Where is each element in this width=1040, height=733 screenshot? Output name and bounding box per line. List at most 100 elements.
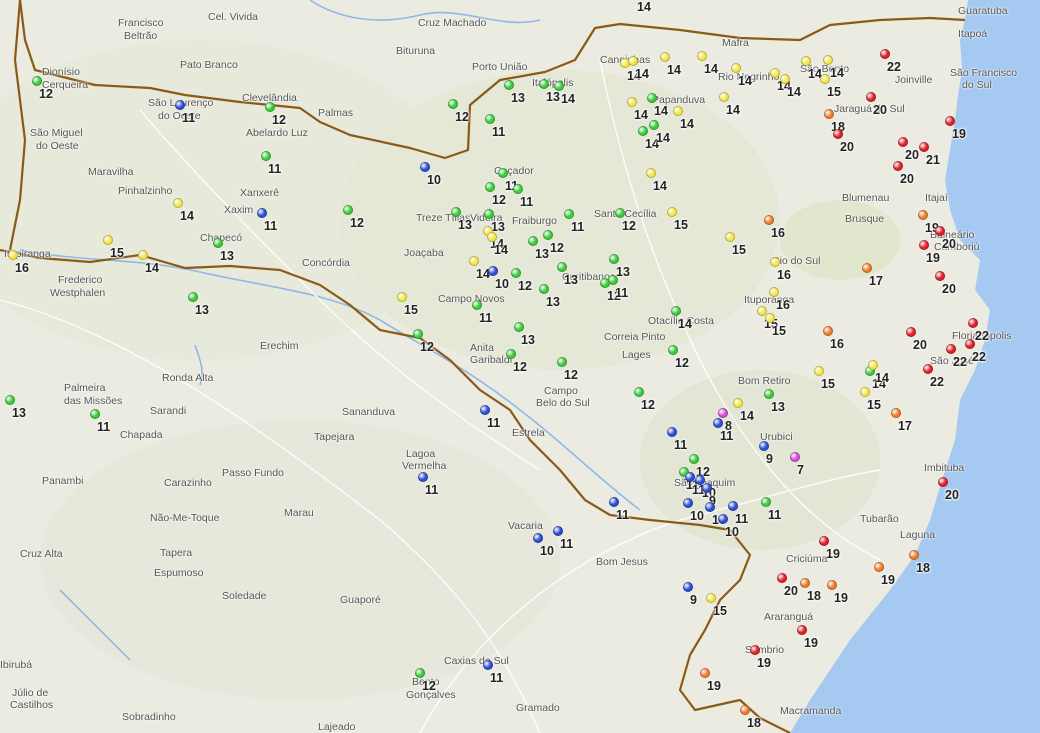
station-dot-icon[interactable] [880,49,890,59]
station-dot-icon[interactable] [261,151,271,161]
station-dot-icon[interactable] [702,483,712,493]
station-dot-icon[interactable] [683,498,693,508]
station-dot-icon[interactable] [705,502,715,512]
station-dot-icon[interactable] [731,63,741,73]
station-dot-icon[interactable] [469,256,479,266]
station-dot-icon[interactable] [764,215,774,225]
station-dot-icon[interactable] [759,441,769,451]
station-dot-icon[interactable] [919,240,929,250]
station-dot-icon[interactable] [824,109,834,119]
station-dot-icon[interactable] [719,92,729,102]
station-dot-icon[interactable] [103,235,113,245]
station-dot-icon[interactable] [765,313,775,323]
station-dot-icon[interactable] [673,106,683,116]
station-dot-icon[interactable] [938,477,948,487]
station-dot-icon[interactable] [487,232,497,242]
station-dot-icon[interactable] [609,254,619,264]
station-dot-icon[interactable] [823,55,833,65]
station-dot-icon[interactable] [740,705,750,715]
station-dot-icon[interactable] [685,472,695,482]
station-dot-icon[interactable] [564,209,574,219]
station-dot-icon[interactable] [667,427,677,437]
station-dot-icon[interactable] [968,318,978,328]
station-dot-icon[interactable] [539,79,549,89]
station-dot-icon[interactable] [511,268,521,278]
station-dot-icon[interactable] [420,162,430,172]
station-dot-icon[interactable] [918,210,928,220]
station-dot-icon[interactable] [770,257,780,267]
station-dot-icon[interactable] [634,387,644,397]
station-dot-icon[interactable] [506,349,516,359]
station-dot-icon[interactable] [866,92,876,102]
station-dot-icon[interactable] [667,207,677,217]
station-dot-icon[interactable] [638,126,648,136]
station-dot-icon[interactable] [413,329,423,339]
station-dot-icon[interactable] [543,230,553,240]
station-dot-icon[interactable] [415,668,425,678]
station-dot-icon[interactable] [627,97,637,107]
station-dot-icon[interactable] [628,56,638,66]
station-dot-icon[interactable] [533,533,543,543]
station-dot-icon[interactable] [647,93,657,103]
station-dot-icon[interactable] [553,526,563,536]
station-dot-icon[interactable] [728,501,738,511]
station-dot-icon[interactable] [488,266,498,276]
station-dot-icon[interactable] [485,182,495,192]
station-dot-icon[interactable] [718,514,728,524]
station-dot-icon[interactable] [801,56,811,66]
station-dot-icon[interactable] [814,366,824,376]
station-dot-icon[interactable] [906,327,916,337]
station-dot-icon[interactable] [965,339,975,349]
station-dot-icon[interactable] [90,409,100,419]
station-dot-icon[interactable] [764,389,774,399]
station-dot-icon[interactable] [700,668,710,678]
station-dot-icon[interactable] [770,68,780,78]
station-dot-icon[interactable] [862,263,872,273]
station-dot-icon[interactable] [257,208,267,218]
station-dot-icon[interactable] [557,262,567,272]
station-dot-icon[interactable] [609,497,619,507]
station-dot-icon[interactable] [819,536,829,546]
map-canvas[interactable]: Cel. Vivida Francisco Beltrão Cruz Machado B… [0,0,1040,733]
station-dot-icon[interactable] [769,287,779,297]
station-dot-icon[interactable] [797,625,807,635]
station-dot-icon[interactable] [874,562,884,572]
station-dot-icon[interactable] [539,284,549,294]
station-dot-icon[interactable] [513,184,523,194]
station-dot-icon[interactable] [528,236,538,246]
station-dot-icon[interactable] [777,573,787,583]
station-dot-icon[interactable] [498,168,508,178]
station-dot-icon[interactable] [750,645,760,655]
station-dot-icon[interactable] [697,51,707,61]
station-dot-icon[interactable] [504,80,514,90]
station-dot-icon[interactable] [860,387,870,397]
station-dot-icon[interactable] [935,226,945,236]
station-dot-icon[interactable] [472,300,482,310]
station-dot-icon[interactable] [213,238,223,248]
station-dot-icon[interactable] [919,142,929,152]
station-dot-icon[interactable] [761,497,771,507]
station-dot-icon[interactable] [8,250,18,260]
station-dot-icon[interactable] [725,232,735,242]
station-dot-icon[interactable] [800,578,810,588]
station-dot-icon[interactable] [554,81,564,91]
station-dot-icon[interactable] [451,207,461,217]
station-dot-icon[interactable] [649,120,659,130]
station-dot-icon[interactable] [780,74,790,84]
station-dot-icon[interactable] [483,660,493,670]
station-dot-icon[interactable] [718,408,728,418]
station-dot-icon[interactable] [689,454,699,464]
station-dot-icon[interactable] [893,161,903,171]
station-dot-icon[interactable] [484,209,494,219]
station-dot-icon[interactable] [823,326,833,336]
station-dot-icon[interactable] [833,129,843,139]
station-dot-icon[interactable] [790,452,800,462]
station-dot-icon[interactable] [397,292,407,302]
station-dot-icon[interactable] [706,593,716,603]
station-dot-icon[interactable] [343,205,353,215]
station-dot-icon[interactable] [615,208,625,218]
station-dot-icon[interactable] [923,364,933,374]
station-dot-icon[interactable] [5,395,15,405]
station-dot-icon[interactable] [868,360,878,370]
station-dot-icon[interactable] [827,580,837,590]
